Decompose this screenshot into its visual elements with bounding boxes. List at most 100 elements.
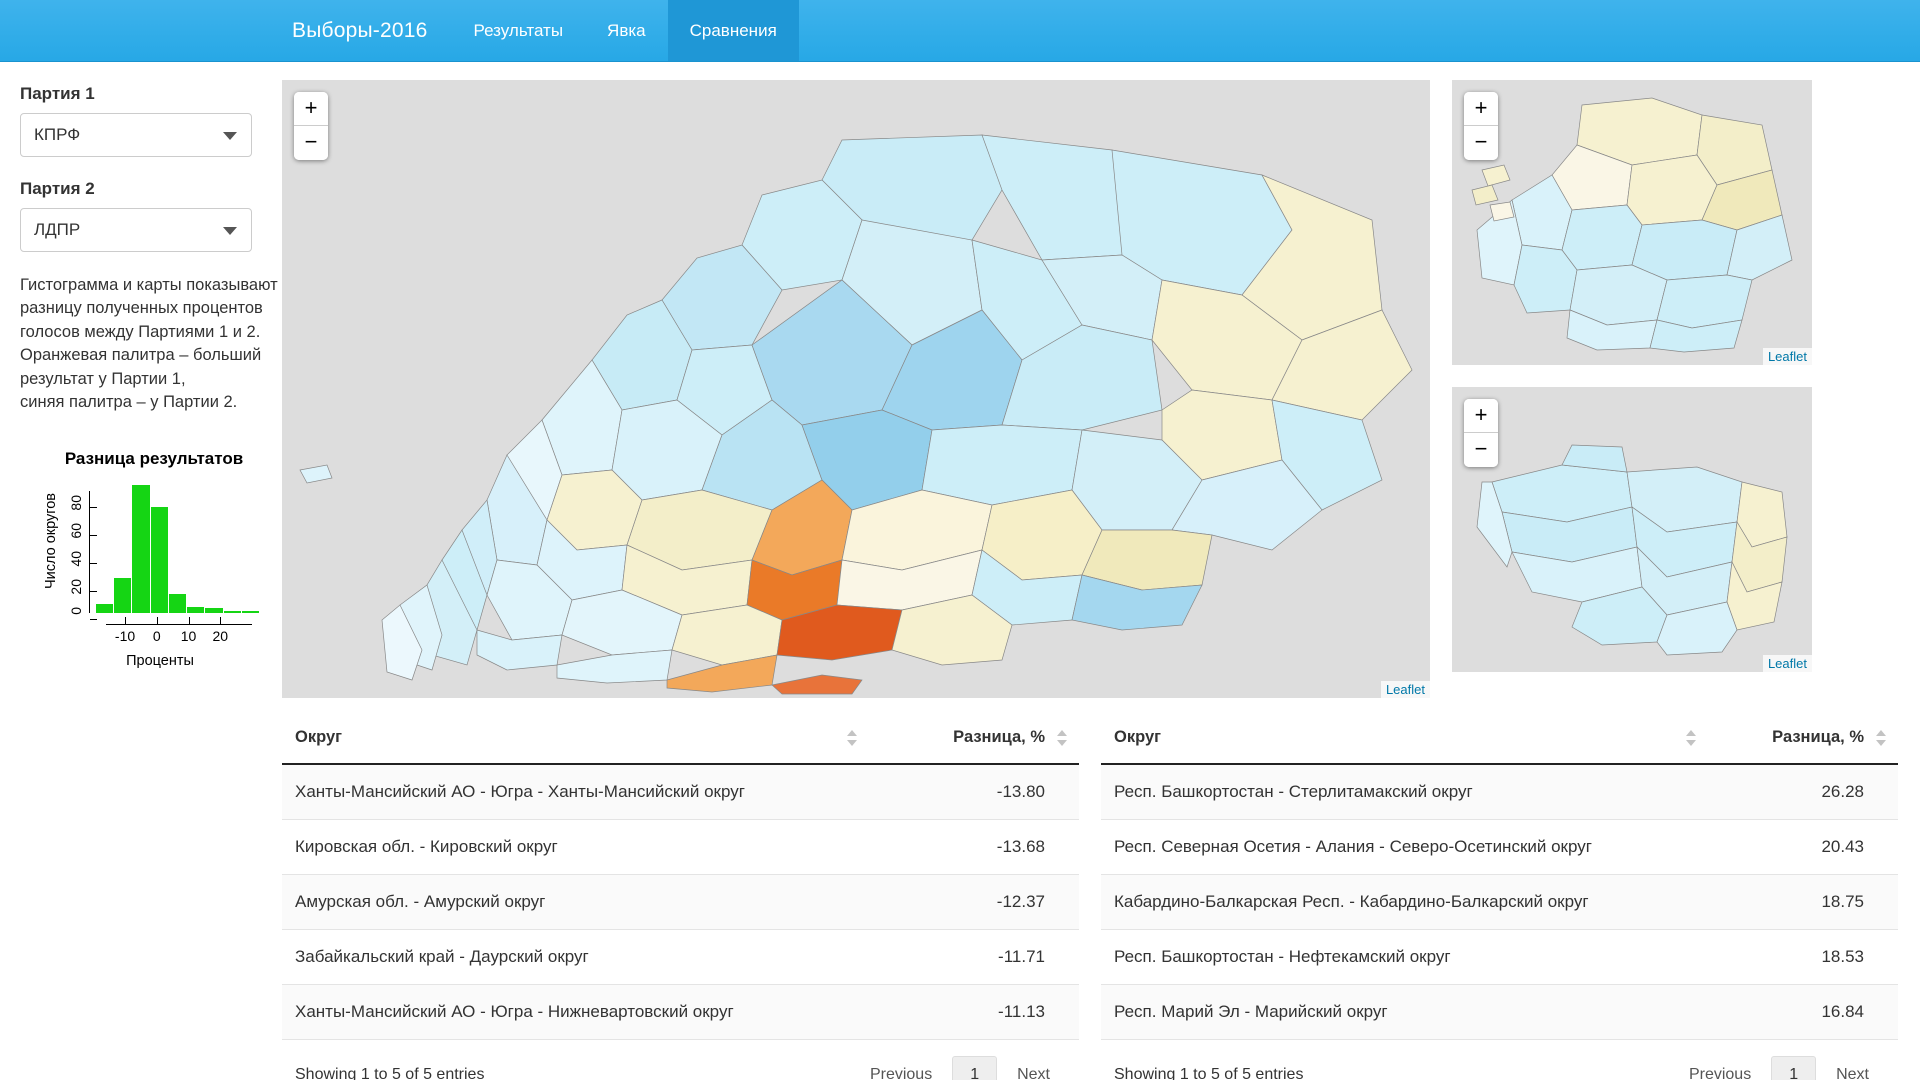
- table-negative-diff: Округ Разница, % Ханты-Мансийский АО - Ю…: [282, 712, 1079, 1080]
- table-header-row: Округ Разница, %: [282, 712, 1079, 765]
- cell-okrug: Респ. Северная Осетия - Алания - Северо-…: [1101, 819, 1708, 875]
- map-zoom-controls[interactable]: + −: [1464, 399, 1498, 467]
- sort-icon[interactable]: [1057, 729, 1067, 747]
- cell-okrug: Ханты-Мансийский АО - Югра - Нижневартов…: [282, 984, 869, 1040]
- sort-icon[interactable]: [847, 729, 857, 747]
- map-zoom-controls[interactable]: + −: [294, 92, 328, 160]
- table-row[interactable]: Ханты-Мансийский АО - Югра - Ханты-Манси…: [282, 764, 1079, 820]
- map-zoom-controls[interactable]: + −: [1464, 92, 1498, 160]
- entries-info: Showing 1 to 5 of 5 entries: [295, 1066, 485, 1080]
- results-table-left: Округ Разница, % Ханты-Мансийский АО - Ю…: [282, 712, 1079, 1040]
- histogram-bar: [223, 611, 241, 613]
- next-button[interactable]: Next: [1001, 1057, 1066, 1080]
- zoom-out-button[interactable]: −: [294, 126, 328, 160]
- description-text: Гистограмма и карты показывают разницу п…: [20, 274, 278, 415]
- description-line: синяя палитра – у Партии 2.: [20, 393, 238, 412]
- table-row[interactable]: Забайкальский край - Даурский округ -11.7…: [282, 929, 1079, 985]
- histogram-bar: [114, 577, 132, 613]
- table-row[interactable]: Респ. Северная Осетия - Алания - Северо-…: [1101, 819, 1898, 875]
- y-tick-label: 20: [68, 578, 84, 595]
- sort-icon[interactable]: [1686, 729, 1696, 747]
- y-tick: [90, 618, 97, 620]
- y-tick-label: 80: [68, 495, 84, 511]
- y-tick-label: 60: [68, 523, 84, 539]
- crimea-map[interactable]: + − Leaflet: [1452, 387, 1812, 672]
- column-label: Разница, %: [953, 728, 1045, 746]
- table-row[interactable]: Кировская обл. - Кировский округ -13.68: [282, 819, 1079, 875]
- table-row[interactable]: Ханты-Мансийский АО - Югра - Нижневартов…: [282, 984, 1079, 1040]
- next-button[interactable]: Next: [1820, 1057, 1885, 1080]
- russia-map[interactable]: + − Leaflet: [282, 80, 1430, 698]
- histogram-canvas: Число округов 0 20 40 60 80 -10 0 10 20 Процент…: [20, 484, 270, 675]
- sidebar: Партия 1 КПРФ Партия 2 ЛДПР Гистограмма …: [0, 62, 278, 1080]
- party1-select[interactable]: КПРФ: [20, 113, 252, 157]
- x-tick: [220, 616, 222, 624]
- x-tick: [188, 616, 190, 624]
- caucasus-map[interactable]: + − Leaflet: [1452, 80, 1812, 365]
- cell-difference: -13.80: [869, 764, 1079, 820]
- cell-difference: -11.71: [869, 929, 1079, 985]
- column-header-okrug[interactable]: Округ: [282, 712, 869, 765]
- y-tick-label: 40: [68, 550, 84, 567]
- main-content: + − Leaflet + − Leaflet + − Leaflet Окру…: [272, 62, 1920, 1080]
- description-line: голосов между Партиями 1 и 2.: [20, 322, 261, 341]
- previous-button[interactable]: Previous: [1673, 1057, 1767, 1080]
- column-label: Округ: [1114, 728, 1162, 746]
- cell-difference: 20.43: [1708, 819, 1898, 875]
- column-header-difference[interactable]: Разница, %: [1708, 712, 1898, 765]
- previous-button[interactable]: Previous: [854, 1057, 948, 1080]
- caucasus-map-svg: [1471, 97, 1793, 353]
- page-body: Партия 1 КПРФ Партия 2 ЛДПР Гистограмма …: [0, 62, 1920, 1080]
- histogram-y-axis-label: Число округов: [43, 492, 59, 589]
- zoom-in-button[interactable]: +: [1464, 92, 1498, 126]
- page-button-1[interactable]: 1: [952, 1056, 998, 1080]
- description-line: результат у Партии 1,: [20, 369, 186, 388]
- cell-okrug: Кабардино-Балкарская Респ. - Кабардино-Б…: [1101, 874, 1708, 930]
- table-row[interactable]: Респ. Марий Эл - Марийский округ 16.84: [1101, 984, 1898, 1040]
- column-header-difference[interactable]: Разница, %: [869, 712, 1079, 765]
- party1-selected-value: КПРФ: [34, 125, 81, 144]
- party1-label: Партия 1: [20, 84, 95, 103]
- histogram-title: Разница результатов: [64, 448, 244, 468]
- leaflet-attribution[interactable]: Leaflet: [1762, 348, 1812, 365]
- zoom-in-button[interactable]: +: [294, 92, 328, 126]
- column-header-okrug[interactable]: Округ: [1101, 712, 1708, 765]
- table-row[interactable]: Амурская обл. - Амурский округ -12.37: [282, 874, 1079, 930]
- histogram-bar: [132, 484, 150, 613]
- results-table-right: Округ Разница, % Респ. Башкортостан - Ст…: [1101, 712, 1898, 1040]
- page-button-1[interactable]: 1: [1771, 1056, 1817, 1080]
- brand-title[interactable]: Выборы-2016: [268, 0, 452, 61]
- cell-difference: 18.53: [1708, 929, 1898, 985]
- zoom-out-button[interactable]: −: [1464, 433, 1498, 467]
- table-footer-right: Showing 1 to 5 of 5 entries Previous 1 N…: [1101, 1040, 1898, 1080]
- maps-row: + − Leaflet + − Leaflet + − Leaflet: [282, 80, 1898, 698]
- leaflet-attribution[interactable]: Leaflet: [1380, 681, 1430, 698]
- inset-maps-column: + − Leaflet + − Leaflet: [1452, 80, 1812, 698]
- histogram-bar: [150, 506, 168, 613]
- tab-comparisons[interactable]: Сравнения: [667, 0, 799, 61]
- party2-select[interactable]: ЛДПР: [20, 208, 252, 252]
- sort-icon[interactable]: [1876, 729, 1886, 747]
- histogram-bar: [241, 611, 259, 613]
- table-row[interactable]: Респ. Башкортостан - Нефтекамский округ 1…: [1101, 929, 1898, 985]
- histogram-x-axis: -10 0 10 20: [106, 616, 252, 644]
- table-row[interactable]: Респ. Башкортостан - Стерлитамакский окр…: [1101, 764, 1898, 820]
- description-line: Гистограмма и карты показывают: [20, 276, 278, 294]
- column-label: Разница, %: [1772, 728, 1864, 746]
- description-line: разницу полученных процентов: [20, 299, 263, 318]
- leaflet-attribution[interactable]: Leaflet: [1762, 655, 1812, 672]
- cell-okrug: Забайкальский край - Даурский округ: [282, 929, 869, 985]
- chevron-down-icon: [223, 227, 237, 235]
- cell-okrug: Респ. Башкортостан - Стерлитамакский окр…: [1101, 764, 1708, 820]
- tab-turnout[interactable]: Явка: [585, 0, 668, 61]
- tab-results[interactable]: Результаты: [452, 0, 586, 61]
- pagination: Previous 1 Next: [854, 1056, 1066, 1080]
- histogram-bars: [96, 484, 260, 613]
- zoom-out-button[interactable]: −: [1464, 126, 1498, 160]
- column-label: Округ: [295, 728, 343, 746]
- zoom-in-button[interactable]: +: [1464, 399, 1498, 433]
- table-row[interactable]: Кабардино-Балкарская Респ. - Кабардино-Б…: [1101, 874, 1898, 930]
- y-tick-label: 0: [68, 606, 84, 615]
- histogram-bar: [205, 608, 223, 613]
- tables-row: Округ Разница, % Ханты-Мансийский АО - Ю…: [282, 712, 1898, 1080]
